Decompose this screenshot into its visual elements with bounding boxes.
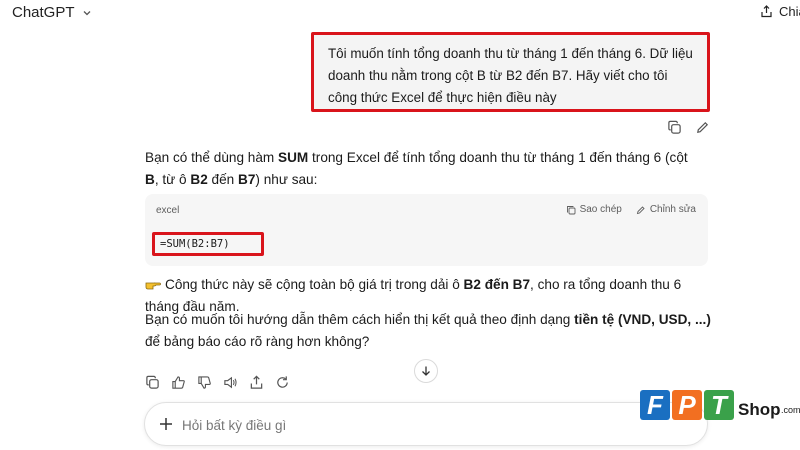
bold-span: SUM [278, 150, 309, 165]
copy-icon [566, 205, 576, 214]
text-span: trong Excel để tính tổng doanh thu từ th… [308, 150, 688, 165]
bold-span: B [145, 172, 155, 187]
fpt-letter-t: T [704, 390, 734, 420]
plus-icon[interactable] [157, 415, 175, 433]
model-name: ChatGPT [12, 4, 75, 21]
user-message-text: Tôi muốn tính tổng doanh thu từ tháng 1 … [328, 46, 693, 105]
code-highlight-box: =SUM(B2:B7) [152, 232, 264, 256]
bold-span: B2 [190, 172, 208, 187]
edit-code-label: Chỉnh sửa [649, 204, 696, 215]
pointing-hand-icon [145, 282, 161, 290]
regenerate-icon[interactable] [274, 374, 290, 390]
share-label: Chia [779, 4, 800, 19]
user-message-actions [666, 119, 710, 135]
edit-pencil-icon [636, 205, 645, 214]
code-actions: Sao chép Chỉnh sửa [566, 204, 696, 215]
chevron-down-icon [83, 10, 90, 15]
thumbs-down-icon[interactable] [196, 374, 212, 390]
share-icon [761, 5, 772, 18]
share-button[interactable]: Chia [760, 4, 800, 19]
arrow-down-icon [422, 366, 430, 376]
bold-span: tiền tệ (VND, USD, ...) [574, 312, 711, 327]
assistant-paragraph-1: Bạn có thể dùng hàm SUM trong Excel để t… [145, 147, 705, 191]
text-span: , từ ô [154, 172, 191, 187]
top-bar: ChatGPT Chia [0, 0, 800, 26]
text-span: ) như sau: [255, 172, 318, 187]
text-span: đến [207, 172, 238, 187]
shop-text: Shop [738, 400, 781, 419]
user-message-bubble: Tôi muốn tính tổng doanh thu từ tháng 1 … [311, 32, 710, 112]
text-span: để bảng báo cáo rõ ràng hơn không? [145, 334, 370, 349]
read-aloud-icon[interactable] [222, 374, 238, 390]
fpt-shop-watermark: F P T Shop .com.vn [640, 382, 800, 450]
copy-code-label: Sao chép [579, 204, 622, 215]
edit-pencil-icon[interactable] [694, 119, 710, 135]
assistant-paragraph-3: Bạn có muốn tôi hướng dẫn thêm cách hiển… [145, 309, 713, 353]
bold-span: B2 đến B7 [463, 277, 531, 292]
composer [144, 402, 708, 446]
code-block: excel Sao chép Chỉnh sửa =SUM(B2:B7) [145, 194, 708, 266]
prompt-input[interactable] [182, 414, 622, 436]
thumbs-up-icon[interactable] [170, 374, 186, 390]
text-span: Công thức này sẽ cộng toàn bộ giá trị tr… [165, 277, 464, 292]
code-content: =SUM(B2:B7) [160, 238, 230, 250]
copy-code-button[interactable]: Sao chép [566, 204, 622, 215]
response-actions [144, 374, 290, 390]
bold-span: B7 [238, 172, 256, 187]
text-span: Bạn có muốn tôi hướng dẫn thêm cách hiển… [145, 312, 575, 327]
edit-code-button[interactable]: Chỉnh sửa [636, 204, 696, 215]
copy-icon[interactable] [666, 119, 682, 135]
copy-icon[interactable] [144, 374, 160, 390]
text-span: Bạn có thể dùng hàm [145, 150, 279, 165]
scroll-down-button[interactable] [414, 359, 438, 383]
shop-domain: .com.vn [781, 405, 800, 415]
share-icon[interactable] [248, 374, 264, 390]
model-picker[interactable]: ChatGPT [12, 4, 93, 21]
code-language-label: excel [156, 205, 180, 216]
fpt-letter-f: F [640, 390, 670, 420]
fpt-letter-p: P [672, 390, 702, 420]
